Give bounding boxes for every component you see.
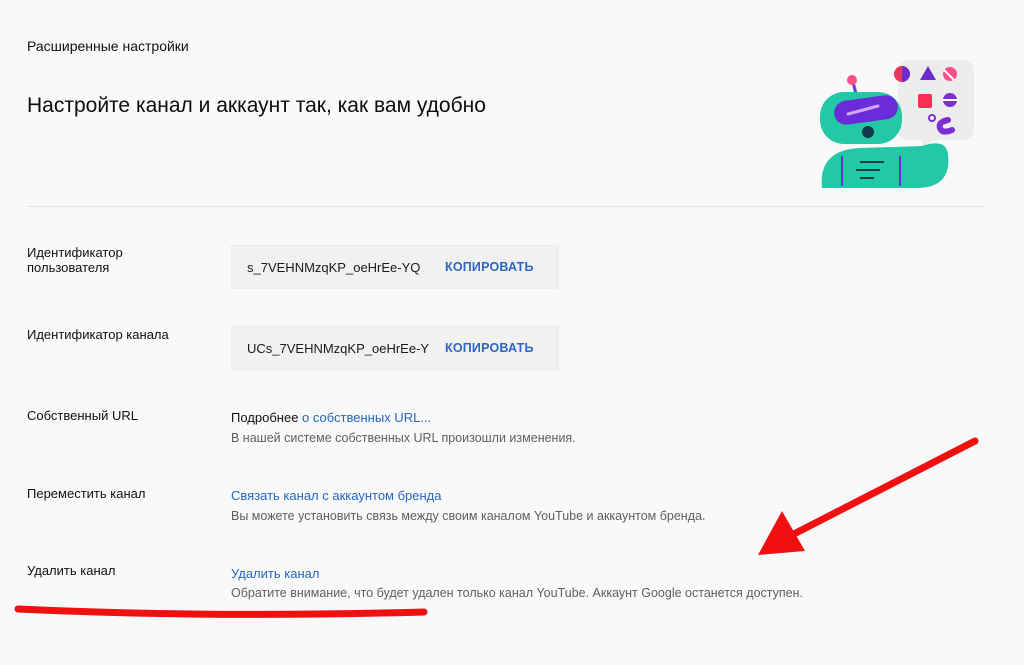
custom-url-link[interactable]: о собственных URL... <box>302 410 431 425</box>
custom-url-prefix: Подробнее <box>231 410 303 425</box>
delete-channel-line: Удалить канал <box>231 566 319 581</box>
copy-channel-id-button[interactable]: КОПИРОВАТЬ <box>445 341 534 355</box>
header-divider <box>27 206 984 207</box>
link-brand-account-link[interactable]: Связать канал с аккаунтом бренда <box>231 488 442 503</box>
delete-channel-label: Удалить канал <box>27 563 116 578</box>
user-id-label: Идентификатор пользователя <box>27 245 123 275</box>
custom-url-description: В нашей системе собственных URL произошл… <box>231 431 576 445</box>
move-channel-label: Переместить канал <box>27 486 146 501</box>
red-arrow-head <box>758 511 805 555</box>
section-title: Расширенные настройки <box>27 38 189 54</box>
move-channel-line: Связать канал с аккаунтом бренда <box>231 488 442 503</box>
move-channel-description: Вы можете установить связь между своим к… <box>231 509 706 523</box>
channel-id-box: UCs_7VEHNMzqKP_oeHrEe-YQ КОПИРОВАТЬ <box>231 326 559 370</box>
user-id-value[interactable]: s_7VEHNMzqKP_oeHrEe-YQ <box>247 260 429 275</box>
custom-url-line: Подробнее о собственных URL... <box>231 410 431 425</box>
red-underline <box>14 605 428 618</box>
user-id-box: s_7VEHNMzqKP_oeHrEe-YQ КОПИРОВАТЬ <box>231 245 559 289</box>
channel-id-label: Идентификатор канала <box>27 327 169 342</box>
robot-illustration <box>820 60 974 188</box>
copy-user-id-button[interactable]: КОПИРОВАТЬ <box>445 260 534 274</box>
red-arrow-shaft <box>786 437 979 540</box>
delete-channel-link[interactable]: Удалить канал <box>231 566 319 581</box>
delete-channel-description: Обратите внимание, что будет удален толь… <box>231 586 803 600</box>
page-headline: Настройте канал и аккаунт так, как вам у… <box>27 94 486 117</box>
channel-id-value[interactable]: UCs_7VEHNMzqKP_oeHrEe-YQ <box>247 341 429 356</box>
custom-url-label: Собственный URL <box>27 408 138 423</box>
